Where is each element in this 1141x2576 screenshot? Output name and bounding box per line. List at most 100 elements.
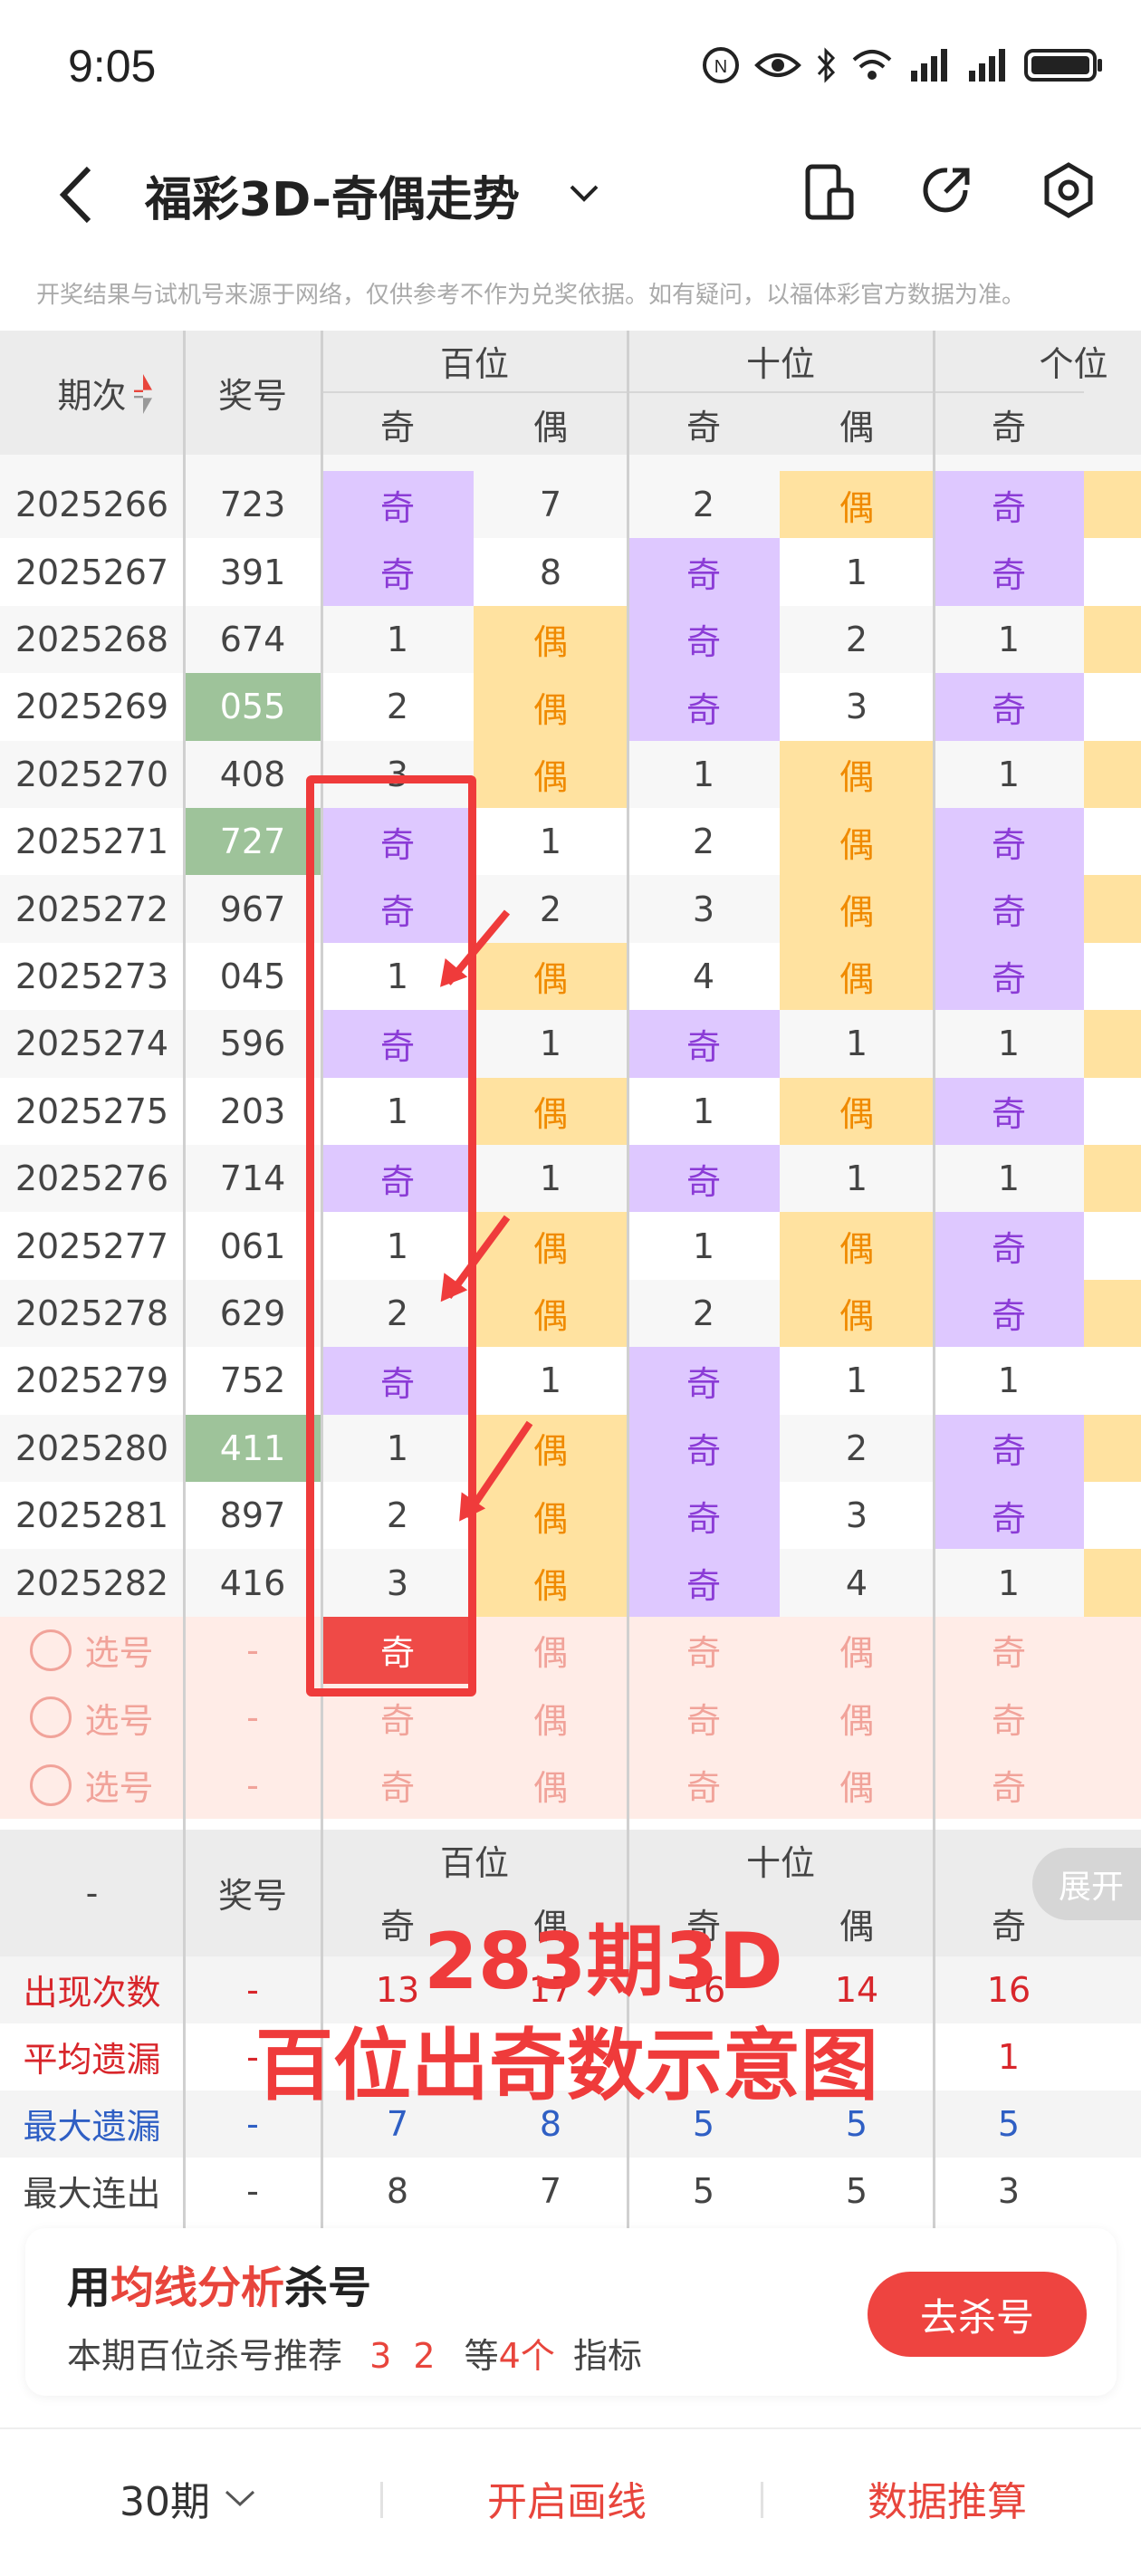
select-even[interactable]: 偶 bbox=[474, 1617, 628, 1684]
select-odd[interactable]: 奇 bbox=[628, 1684, 780, 1751]
card-sub-count: 4个 bbox=[498, 2336, 555, 2376]
stats-label: 最大连出 bbox=[23, 2174, 161, 2215]
card-sub-post: 指标 bbox=[572, 2336, 642, 2376]
select-odd[interactable]: 奇 bbox=[934, 1617, 1084, 1684]
card-sub-mid: 等 bbox=[464, 2336, 499, 2376]
period-header[interactable]: 期次 bbox=[0, 331, 184, 455]
card-sub-pre: 本期百位杀号推荐 bbox=[67, 2336, 343, 2376]
signal-icon bbox=[911, 49, 947, 82]
partial-cell bbox=[1084, 1482, 1141, 1550]
app-header: 福彩3D-奇偶走势 bbox=[0, 136, 1141, 254]
odd-subheader: 奇 bbox=[321, 391, 474, 455]
partial-cell bbox=[1084, 1414, 1141, 1482]
stats-label: 平均遗漏 bbox=[23, 2040, 161, 2081]
svg-text:N: N bbox=[714, 57, 727, 77]
data-calc-button[interactable]: 数据推算 bbox=[868, 2469, 1027, 2527]
settings-icon[interactable] bbox=[1041, 161, 1096, 219]
share-icon[interactable] bbox=[920, 163, 974, 217]
shi-group-header: 十位 bbox=[745, 344, 815, 384]
select-even[interactable]: 偶 bbox=[780, 1751, 934, 1818]
even-cell: 偶 bbox=[474, 1212, 628, 1280]
select-odd[interactable]: 奇 bbox=[934, 1684, 1084, 1751]
even-cell: 偶 bbox=[474, 1077, 628, 1145]
odd-cell: 奇 bbox=[628, 538, 780, 606]
radio-circle-icon[interactable] bbox=[30, 1764, 72, 1806]
select-even[interactable]: 偶 bbox=[474, 1684, 628, 1751]
period-cell: 2025279 bbox=[14, 1360, 169, 1401]
odd-cell: 1 bbox=[386, 619, 409, 659]
select-dash: - bbox=[246, 1764, 259, 1805]
bluetooth-icon bbox=[817, 47, 836, 83]
page-title[interactable]: 福彩3D-奇偶走势 bbox=[145, 161, 520, 229]
even-cell: 1 bbox=[845, 1024, 868, 1064]
even-cell: 7 bbox=[539, 485, 562, 525]
number-cell: 629 bbox=[219, 1293, 286, 1333]
overlay-line1: 283期3D bbox=[424, 1917, 783, 2007]
partial-cell bbox=[1084, 1347, 1141, 1415]
odd-cell: 奇 bbox=[628, 605, 780, 674]
ge-group-header: 个位 bbox=[1039, 344, 1108, 384]
stats-value: 3 bbox=[997, 2170, 1021, 2211]
even-cell: 偶 bbox=[474, 740, 628, 808]
even-cell: 2 bbox=[845, 1427, 868, 1468]
odd-cell: 奇 bbox=[934, 1212, 1084, 1280]
device-icon[interactable] bbox=[804, 163, 855, 223]
period-cell: 2025266 bbox=[14, 485, 169, 525]
select-odd[interactable]: 奇 bbox=[628, 1751, 780, 1818]
even-cell: 8 bbox=[539, 552, 562, 592]
even-cell: 偶 bbox=[780, 1279, 934, 1348]
kill-number-button[interactable]: 去杀号 bbox=[868, 2272, 1087, 2357]
even-subheader: 偶 bbox=[780, 391, 934, 455]
odd-cell: 1 bbox=[692, 1091, 715, 1131]
draw-line-button[interactable]: 开启画线 bbox=[487, 2469, 647, 2527]
even-cell: 偶 bbox=[780, 875, 934, 943]
select-label[interactable]: 选号 bbox=[0, 1751, 184, 1818]
expand-button[interactable]: 展开 bbox=[1032, 1847, 1141, 1920]
number-cell: 897 bbox=[219, 1495, 286, 1536]
period-cell: 2025268 bbox=[14, 619, 169, 659]
select-label[interactable]: 选号 bbox=[0, 1617, 184, 1684]
select-label[interactable]: 选号 bbox=[0, 1684, 184, 1751]
column-divider bbox=[183, 331, 186, 2228]
stats-number-header: 奖号 bbox=[184, 1829, 321, 1956]
chevron-down-icon[interactable] bbox=[566, 179, 602, 207]
stats-value: 5 bbox=[997, 2103, 1021, 2144]
odd-cell: 奇 bbox=[934, 471, 1084, 539]
number-cell: 674 bbox=[219, 619, 286, 659]
period-cell: 2025269 bbox=[14, 687, 169, 727]
overlay-line2: 百位出奇数示意图 bbox=[255, 2021, 878, 2111]
select-odd[interactable]: 奇 bbox=[321, 1751, 474, 1818]
period-select-label: 30期 bbox=[120, 2479, 210, 2525]
select-dash: - bbox=[246, 1629, 259, 1670]
back-icon[interactable] bbox=[54, 163, 100, 226]
partial-row bbox=[0, 455, 1141, 471]
kill-number-card[interactable]: 用均线分析杀号 本期百位杀号推荐 3 2 等4个 指标 去杀号 bbox=[25, 2228, 1117, 2396]
nfc-icon: N bbox=[703, 47, 739, 83]
even-cell: 偶 bbox=[780, 808, 934, 876]
status-time: 9:05 bbox=[68, 41, 157, 91]
stats-value: 8 bbox=[386, 2170, 409, 2211]
status-icons: N bbox=[701, 45, 1105, 85]
bai-group-header: 百位 bbox=[439, 344, 509, 384]
even-cell: 2 bbox=[845, 619, 868, 659]
period-cell: 2025282 bbox=[14, 1562, 169, 1603]
period-cell: 2025274 bbox=[14, 1024, 169, 1064]
number-cell: 752 bbox=[219, 1360, 286, 1401]
select-even[interactable]: 偶 bbox=[780, 1617, 934, 1684]
odd-cell: 奇 bbox=[321, 538, 474, 606]
chevron-down-icon bbox=[225, 2490, 255, 2507]
select-even[interactable]: 偶 bbox=[780, 1684, 934, 1751]
radio-circle-icon[interactable] bbox=[30, 1697, 72, 1739]
even-cell: 3 bbox=[845, 1495, 868, 1536]
partial-cell bbox=[1084, 1010, 1141, 1078]
trend-table: 期次 奖号 百位 十位 个位奇偶奇偶奇 2025266 723 奇 7 2 偶奇 2025267 391… bbox=[0, 331, 1141, 2228]
select-odd[interactable]: 奇 bbox=[934, 1751, 1084, 1818]
radio-circle-icon[interactable] bbox=[30, 1629, 72, 1671]
odd-cell: 奇 bbox=[934, 808, 1084, 876]
even-cell: 偶 bbox=[474, 605, 628, 674]
select-even[interactable]: 偶 bbox=[474, 1751, 628, 1818]
select-odd[interactable]: 奇 bbox=[628, 1617, 780, 1684]
period-select[interactable]: 30期 bbox=[120, 2469, 257, 2527]
number-cell: 203 bbox=[219, 1091, 286, 1131]
odd-cell: 2 bbox=[692, 1293, 715, 1333]
